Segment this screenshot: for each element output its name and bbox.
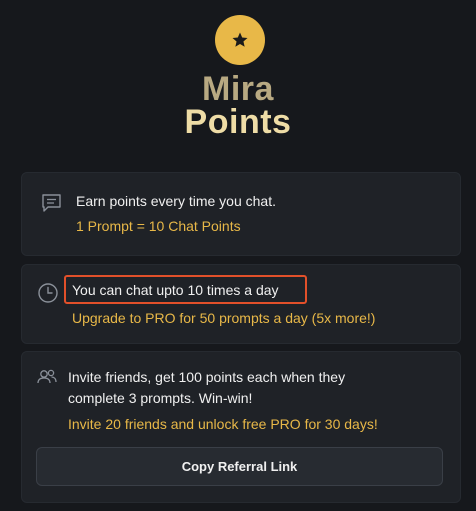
star-icon [232,32,248,47]
users-icon [36,368,58,391]
invite-text-line1: Invite friends, get 100 points each when… [68,369,346,385]
earn-points-card [21,172,461,256]
copy-referral-button[interactable]: Copy Referral Link [36,447,443,486]
highlight-box [64,275,307,304]
clock-icon [37,282,59,309]
app-title-line2: Points [184,103,292,141]
logo-badge [215,15,265,65]
upgrade-pro-link[interactable]: Upgrade to PRO for 50 prompts a day (5x … [72,308,375,328]
points-rate-text: 1 Prompt = 10 Chat Points [76,218,241,234]
earn-points-text: Earn points every time you chat. [76,193,276,209]
chat-icon [41,193,63,218]
invite-text-line2: complete 3 prompts. Win-win! [68,390,253,406]
invite-reward-text: Invite 20 friends and unlock free PRO fo… [68,416,378,432]
